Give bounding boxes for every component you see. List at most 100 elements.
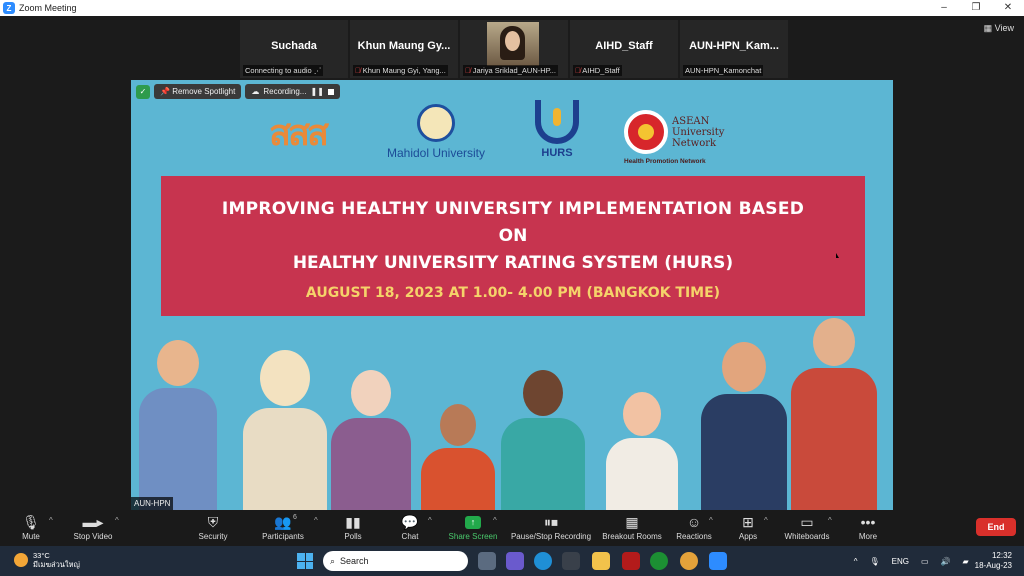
tray-overflow-icon[interactable]: ^ [854,557,858,566]
volume-icon[interactable]: 🔊 [941,557,951,566]
video-options-caret[interactable]: ^ [115,516,119,525]
maximize-button[interactable]: ❐ [960,0,992,16]
security-shield-icon[interactable]: ✓ [136,84,150,99]
participants-icon: 👥 [274,513,292,530]
task-view-icon[interactable] [478,552,496,570]
audio-options-caret[interactable]: ^ [49,516,53,525]
chrome-browser-icon[interactable] [680,552,698,570]
participants-count: 6 [293,514,297,521]
share-options-caret[interactable]: ^ [493,516,497,525]
participant-tile[interactable]: AIHD_Staff 🎙̸ AIHD_Staff [570,20,678,78]
chat-bubble-icon: 💬 [401,513,419,530]
slide-title-line3: HEALTHY UNIVERSITY RATING SYSTEM (HURS) [292,253,734,273]
person-illustration [243,350,327,510]
polls-button[interactable]: ▮▮ Polls [340,512,366,542]
person-illustration [606,392,678,510]
more-dots-icon: ••• [860,514,876,530]
breakout-grid-icon: ▦ [625,513,639,530]
hurs-text: HURS [541,147,573,159]
participant-name: AIHD_Staff [595,40,653,52]
weather-description: มีเมฆส่วนใหญ่ [33,560,80,569]
participant-name: Suchada [271,40,317,52]
media-player-icon[interactable] [562,552,580,570]
participant-tile[interactable]: Khun Maung Gy... 🎙̸ Khun Maung Gyi, Yang… [350,20,458,78]
mouse-cursor-icon [836,253,839,258]
whiteboards-button[interactable]: ▭ Whiteboards [782,512,832,542]
weather-widget[interactable]: 33°C มีเมฆส่วนใหญ่ [14,551,80,569]
person-illustration [139,340,217,510]
clock[interactable]: 12:32 18-Aug-23 [975,551,1012,571]
participant-tile[interactable]: Suchada Connecting to audio ⋰ [240,20,348,78]
pause-recording-icon[interactable]: ❚❚ [310,87,323,96]
view-button[interactable]: ▦ View [984,23,1014,34]
breakout-rooms-button[interactable]: ▦ Breakout Rooms [601,512,663,542]
reactions-options-caret[interactable]: ^ [709,516,713,525]
reactions-button[interactable]: ☺ Reactions [675,512,713,541]
windows-start-icon[interactable] [297,553,313,569]
shield-icon: ⛨ [207,513,219,530]
muted-mic-icon: 🎙̸ [575,66,581,75]
chat-options-caret[interactable]: ^ [428,516,432,525]
security-button[interactable]: ⛨ Security [195,512,231,542]
audio-connecting-icon: ⋰ [313,66,322,75]
participant-tile[interactable]: AUN-HPN_Kam... AUN-HPN_Kamonchat [680,20,788,78]
share-screen-button[interactable]: ↑ Share Screen [447,512,499,541]
microphone-icon: 🎙 [22,513,40,530]
taskbar-search[interactable]: ⌕ Search [323,551,468,571]
muted-mic-icon: 🎙̸ [465,66,471,75]
apps-button[interactable]: ⊞ Apps [736,512,760,542]
battery-icon[interactable]: ▰ [962,557,968,566]
aun-subtitle: Health Promotion Network [624,158,706,165]
display-icon[interactable]: ▭ [921,557,929,566]
participants-options-caret[interactable]: ^ [314,516,318,525]
meeting-toolbar: 🎙 Mute ^ ▬▸ Stop Video ^ ⛨ Security 👥 Partic… [0,510,1024,546]
file-explorer-icon[interactable] [592,552,610,570]
participant-video [487,22,539,66]
whiteboards-options-caret[interactable]: ^ [828,516,832,525]
participant-status: 🎙̸ AIHD_Staff [573,65,622,76]
more-button[interactable]: ••• More [856,512,880,541]
participant-name: Khun Maung Gy... [357,40,451,52]
language-indicator[interactable]: ENG [892,557,909,566]
zoom-taskbar-icon[interactable] [709,552,727,570]
xbox-icon[interactable] [650,552,668,570]
weather-sun-icon [14,553,28,567]
whiteboard-icon: ▭ [800,513,814,530]
mahidol-text: Mahidol University [386,146,486,160]
mahidol-seal-icon [417,104,455,142]
red-app-icon[interactable] [622,552,640,570]
microphone-tray-icon[interactable]: 🎙 [869,557,879,566]
participant-name: AUN-HPN_Kam... [689,40,779,52]
aun-logo: ASEAN University Network Health Promotio… [624,108,734,165]
mute-button[interactable]: 🎙 Mute [16,512,46,542]
pause-stop-recording-button[interactable]: ⏸⏹ Pause/Stop Recording [509,512,593,542]
person-illustration [701,342,787,510]
remove-spotlight-button[interactable]: 📌 Remove Spotlight [154,84,242,99]
clock-time: 12:32 [991,551,1012,560]
search-placeholder: Search [340,556,369,566]
apps-options-caret[interactable]: ^ [764,516,768,525]
edge-browser-icon[interactable] [534,552,552,570]
slide-title-line1: IMPROVING HEALTHY UNIVERSITY IMPLEMENTAT… [221,199,805,219]
pin-icon: 📌 [160,87,173,96]
participant-strip: Suchada Connecting to audio ⋰ Khun Maung… [240,20,788,78]
slide-title-banner: IMPROVING HEALTHY UNIVERSITY IMPLEMENTAT… [161,176,865,316]
stop-video-button[interactable]: ▬▸ Stop Video [70,512,116,542]
mahidol-logo: Mahidol University [376,104,496,160]
aun-emblem-icon [624,110,668,154]
teams-chat-icon[interactable] [506,552,524,570]
participants-button[interactable]: 👥 Participants 6 [260,512,306,542]
slide-date: AUGUST 18, 2023 AT 1.00- 4.00 PM (BANGKO… [305,285,721,301]
smiley-icon: ☺ [686,514,702,530]
participant-tile[interactable]: 🎙̸ Jariya Sriklad_AUN-HP... [460,20,568,78]
close-button[interactable]: ✕ [992,0,1024,16]
minimize-button[interactable]: – [928,0,960,16]
stop-recording-icon[interactable] [327,88,334,95]
cloud-icon: ☁ [251,87,260,96]
shared-screen: ✓ 📌 Remove Spotlight ☁ Recording... ❚❚ สส… [131,80,893,510]
apps-icon: ⊞ [742,513,754,530]
chat-button[interactable]: 💬 Chat [396,512,424,542]
person-illustration [501,370,585,510]
meeting-stage: ▦ View Suchada Connecting to audio ⋰ Khu… [0,16,1024,510]
end-meeting-button[interactable]: End [976,518,1016,536]
